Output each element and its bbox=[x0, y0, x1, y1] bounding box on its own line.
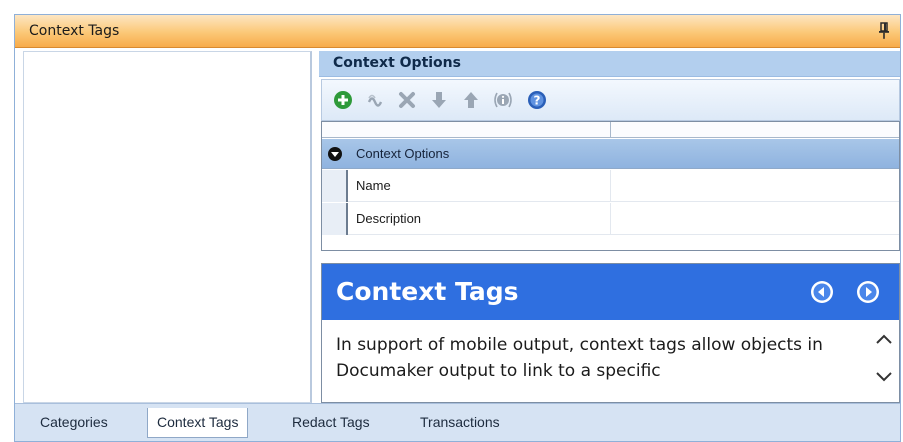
bottom-tab-strip: Categories Context Tags Redact Tags Tran… bbox=[15, 403, 900, 441]
move-down-icon bbox=[432, 92, 446, 108]
property-name: Name bbox=[356, 178, 391, 193]
svg-text:?: ? bbox=[534, 94, 541, 108]
add-icon bbox=[334, 91, 352, 109]
window-title: Context Tags bbox=[29, 23, 120, 39]
property-value-description[interactable] bbox=[610, 203, 899, 235]
info-button[interactable] bbox=[492, 89, 514, 111]
property-row-name[interactable]: Name bbox=[322, 170, 899, 202]
link-icon bbox=[367, 94, 383, 107]
help-button[interactable]: ? bbox=[526, 89, 548, 111]
grid-header bbox=[322, 122, 899, 138]
property-name: Description bbox=[356, 211, 422, 226]
delete-button[interactable] bbox=[396, 89, 418, 111]
move-up-button[interactable] bbox=[460, 89, 482, 111]
tab-categories[interactable]: Categories bbox=[31, 410, 117, 436]
move-down-button[interactable] bbox=[428, 89, 450, 111]
help-panel: Context Tags In support of mobile output… bbox=[321, 263, 900, 403]
help-title: Context Tags bbox=[336, 277, 519, 306]
property-row-description[interactable]: Description bbox=[322, 203, 899, 235]
add-button[interactable] bbox=[332, 89, 354, 111]
delete-icon bbox=[399, 92, 415, 108]
category-tree-pane[interactable] bbox=[23, 51, 312, 403]
property-grid: Context Options Name Description bbox=[321, 121, 900, 251]
title-bar: Context Tags bbox=[15, 15, 900, 48]
help-icon: ? bbox=[528, 91, 546, 109]
context-options-pane: Context Options ? Context Options Name D… bbox=[319, 51, 900, 403]
info-icon bbox=[494, 92, 512, 108]
scroll-up-icon[interactable] bbox=[875, 332, 893, 350]
move-up-icon bbox=[464, 92, 478, 108]
collapse-arrow-icon[interactable] bbox=[328, 147, 342, 161]
forward-icon[interactable] bbox=[856, 280, 880, 304]
scroll-down-icon[interactable] bbox=[875, 370, 893, 388]
help-body-text: In support of mobile output, context tag… bbox=[336, 335, 823, 381]
tab-transactions[interactable]: Transactions bbox=[411, 410, 509, 436]
help-scrollbar[interactable] bbox=[869, 320, 899, 402]
context-options-header: Context Options bbox=[319, 51, 900, 77]
context-options-toolbar: ? bbox=[321, 79, 900, 121]
link-button[interactable] bbox=[364, 89, 386, 111]
tab-redact-tags[interactable]: Redact Tags bbox=[283, 410, 379, 436]
help-header: Context Tags bbox=[322, 264, 899, 320]
context-options-title: Context Options bbox=[333, 55, 461, 71]
pin-icon[interactable] bbox=[878, 22, 890, 40]
back-icon[interactable] bbox=[810, 280, 834, 304]
property-value-name[interactable] bbox=[610, 170, 899, 202]
context-tags-window: Context Tags Context Options ? Context O… bbox=[14, 14, 901, 442]
category-row-context-options[interactable]: Context Options bbox=[322, 139, 899, 169]
category-label: Context Options bbox=[356, 146, 450, 161]
tab-context-tags[interactable]: Context Tags bbox=[147, 408, 249, 438]
